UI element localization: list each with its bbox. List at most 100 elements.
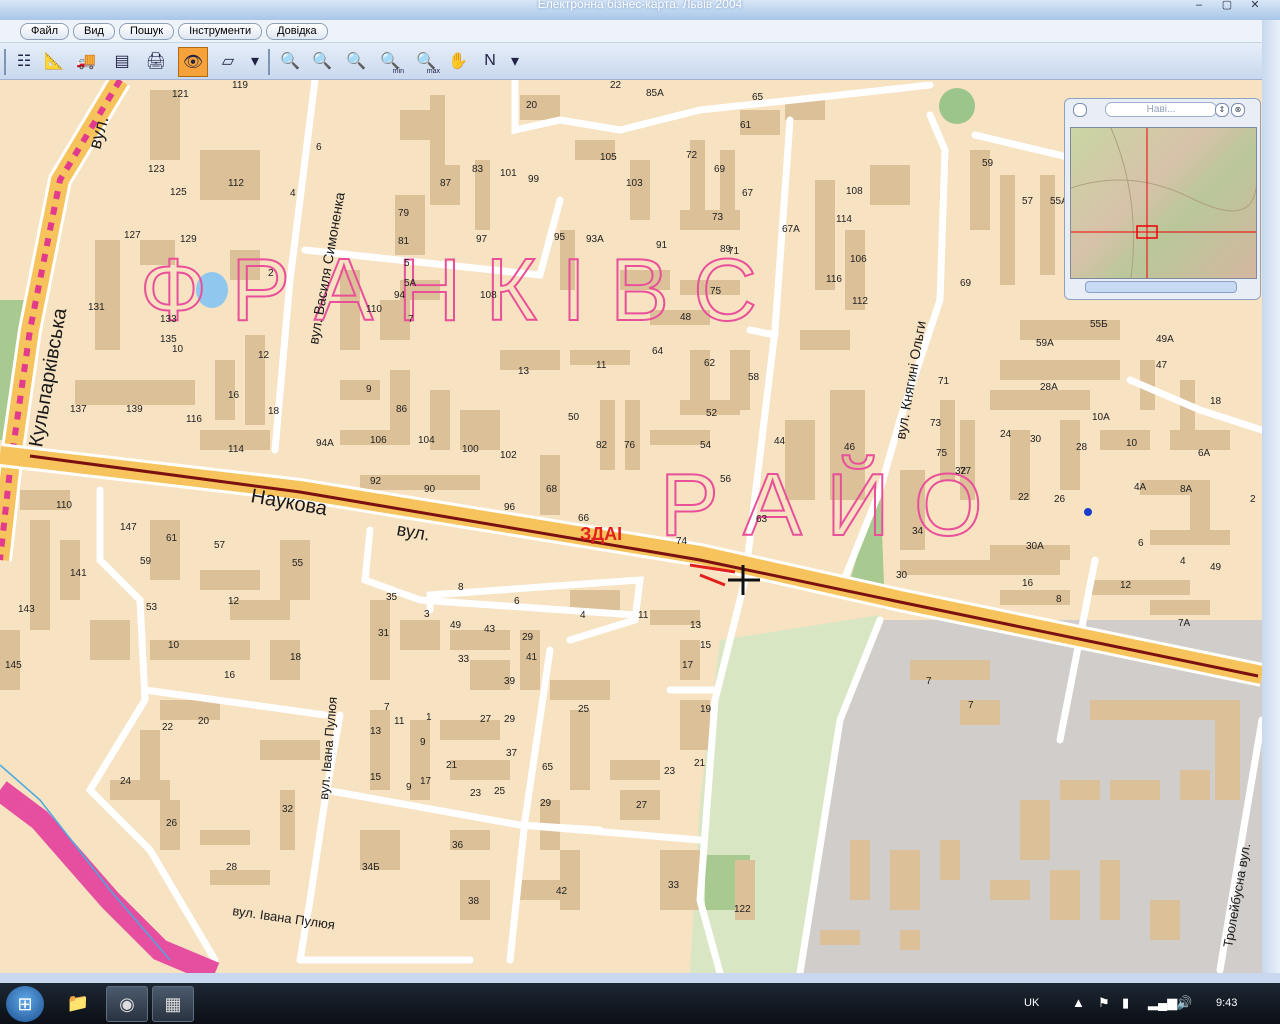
house-number: 61 <box>740 120 752 131</box>
north-icon[interactable]: N <box>476 47 504 75</box>
clock[interactable]: 9:43 <box>1216 997 1237 1009</box>
house-number: 108 <box>846 186 863 197</box>
house-number: 30А <box>1026 541 1044 552</box>
navigator-scrollbar[interactable] <box>1085 281 1237 293</box>
house-number: 133 <box>160 314 177 325</box>
table-icon[interactable]: ▤ <box>108 47 136 75</box>
zoom-min-icon[interactable]: 🔍 min <box>376 47 404 75</box>
toolbar: ☷ 📐 🚚 ▤ 🖨 👁 ▱ 🔍 🔍 🔍 🔍 min 🔍 max ✋ N ▾ ▾ <box>0 43 1262 80</box>
zoom-in-icon[interactable]: 🔍 <box>308 47 336 75</box>
district-label-2: Р А Й О <box>660 455 982 554</box>
house-number: 145 <box>5 660 22 671</box>
maximize-icon[interactable]: ▢ <box>1216 0 1238 12</box>
volume-icon[interactable]: 🔊 <box>1176 995 1192 1011</box>
house-number: 18 <box>268 406 280 417</box>
explorer-taskbar-icon[interactable]: 📁 <box>58 986 98 1020</box>
house-number: 127 <box>124 230 141 241</box>
navigator-window[interactable]: Наві... ⇕ ⊗ <box>1064 98 1261 300</box>
toolbar-separator <box>268 49 270 75</box>
house-number: 4 <box>1180 556 1186 567</box>
menu-help[interactable]: Довідка <box>266 23 328 40</box>
house-number: 31 <box>378 628 390 639</box>
menu-search[interactable]: Пошук <box>118 23 175 40</box>
house-number: 12 <box>258 350 270 361</box>
window-titlebar: Електронна бізнес-карта. Львів 2004 – ▢ … <box>0 0 1280 20</box>
tray-up-arrow-icon[interactable]: ▲ <box>1072 995 1085 1010</box>
house-number: 79 <box>398 208 410 219</box>
house-number: 3 <box>424 609 430 620</box>
house-number: 69 <box>960 278 972 289</box>
house-number: 18 <box>290 652 302 663</box>
house-number: 104 <box>418 435 435 446</box>
house-number: 141 <box>70 568 87 579</box>
house-number: 7 <box>968 700 974 711</box>
house-number: 36 <box>452 840 464 851</box>
house-number: 49 <box>1210 562 1222 573</box>
house-number: 28 <box>1076 442 1088 453</box>
vehicle-icon[interactable]: 🚚 <box>72 47 100 75</box>
navigator-menu-icon[interactable] <box>1073 103 1087 117</box>
pan-hand-icon[interactable]: ✋ <box>444 47 472 75</box>
language-indicator[interactable]: UK <box>1024 997 1039 1009</box>
house-number: 9 <box>366 384 372 395</box>
menu-tools[interactable]: Інструменти <box>178 23 263 40</box>
house-number: 58 <box>748 372 760 383</box>
house-number: 75 <box>710 286 722 297</box>
house-number: 29 <box>522 632 534 643</box>
house-number: 11 <box>394 716 405 727</box>
signal-icon[interactable]: ▂▄▆ <box>1148 995 1177 1011</box>
house-number: 59А <box>1036 338 1054 349</box>
house-number: 106 <box>370 435 387 446</box>
toolbar-grip[interactable] <box>4 49 6 75</box>
house-number: 21 <box>446 760 458 771</box>
start-button[interactable]: ⊞ <box>6 986 44 1022</box>
house-number: 93А <box>586 234 604 245</box>
minimize-icon[interactable]: – <box>1188 0 1210 12</box>
navigator-close-icon[interactable]: ⊗ <box>1231 103 1245 117</box>
house-number: 28 <box>226 862 238 873</box>
house-number: 2 <box>268 268 274 279</box>
house-number: 15 <box>370 772 382 783</box>
house-number: 50 <box>568 412 580 423</box>
house-number: 95 <box>554 232 566 243</box>
house-number: 5А <box>404 278 417 289</box>
close-icon[interactable]: ✕ <box>1244 0 1266 12</box>
river-pink <box>0 781 220 973</box>
chrome-taskbar-icon[interactable]: ◉ <box>106 986 148 1022</box>
house-number: 59 <box>982 158 994 169</box>
house-number: 137 <box>70 404 87 415</box>
map-app-taskbar-icon[interactable]: ▦ <box>152 986 194 1022</box>
view-eye-icon[interactable]: 👁 <box>178 47 208 77</box>
zoom-rect-icon[interactable]: 🔍 <box>342 47 370 75</box>
house-number: 22 <box>162 722 174 733</box>
toolbar-dropdown-icon[interactable]: ▾ <box>510 47 520 75</box>
flag-icon[interactable]: ⚑ <box>1098 995 1110 1011</box>
house-number: 23 <box>470 788 482 799</box>
menu-file[interactable]: Файл <box>20 23 70 40</box>
house-number: 119 <box>232 80 248 91</box>
house-number: 65 <box>752 92 764 103</box>
menu-view[interactable]: Вид <box>73 23 115 40</box>
house-number: 62 <box>704 358 716 369</box>
layers-icon[interactable]: ☷ <box>10 47 38 75</box>
house-number: 33 <box>668 880 680 891</box>
house-number: 9 <box>420 737 426 748</box>
navigator-overview-map[interactable] <box>1070 127 1257 279</box>
battery-icon[interactable]: ▮ <box>1122 995 1129 1011</box>
house-number: 9 <box>406 782 412 793</box>
location-marker[interactable] <box>1084 508 1092 516</box>
house-number: 102 <box>500 450 517 461</box>
house-number: 35 <box>386 592 398 603</box>
zoom-max-icon[interactable]: 🔍 max <box>412 47 440 75</box>
navigator-arrows-icon[interactable]: ⇕ <box>1215 103 1229 117</box>
measure-icon[interactable]: 📐 <box>40 47 68 75</box>
zoom-out-icon[interactable]: 🔍 <box>276 47 304 75</box>
print-icon[interactable]: 🖨 <box>142 47 170 75</box>
house-number: 37 <box>506 748 518 759</box>
window-title: Електронна бізнес-карта. Львів 2004 <box>537 0 743 11</box>
house-number: 91 <box>656 240 668 251</box>
house-number: 16 <box>228 390 240 401</box>
toolbar-dropdown-icon[interactable]: ▾ <box>250 47 260 75</box>
eraser-icon[interactable]: ▱ <box>214 47 242 75</box>
house-number: 15 <box>700 640 712 651</box>
